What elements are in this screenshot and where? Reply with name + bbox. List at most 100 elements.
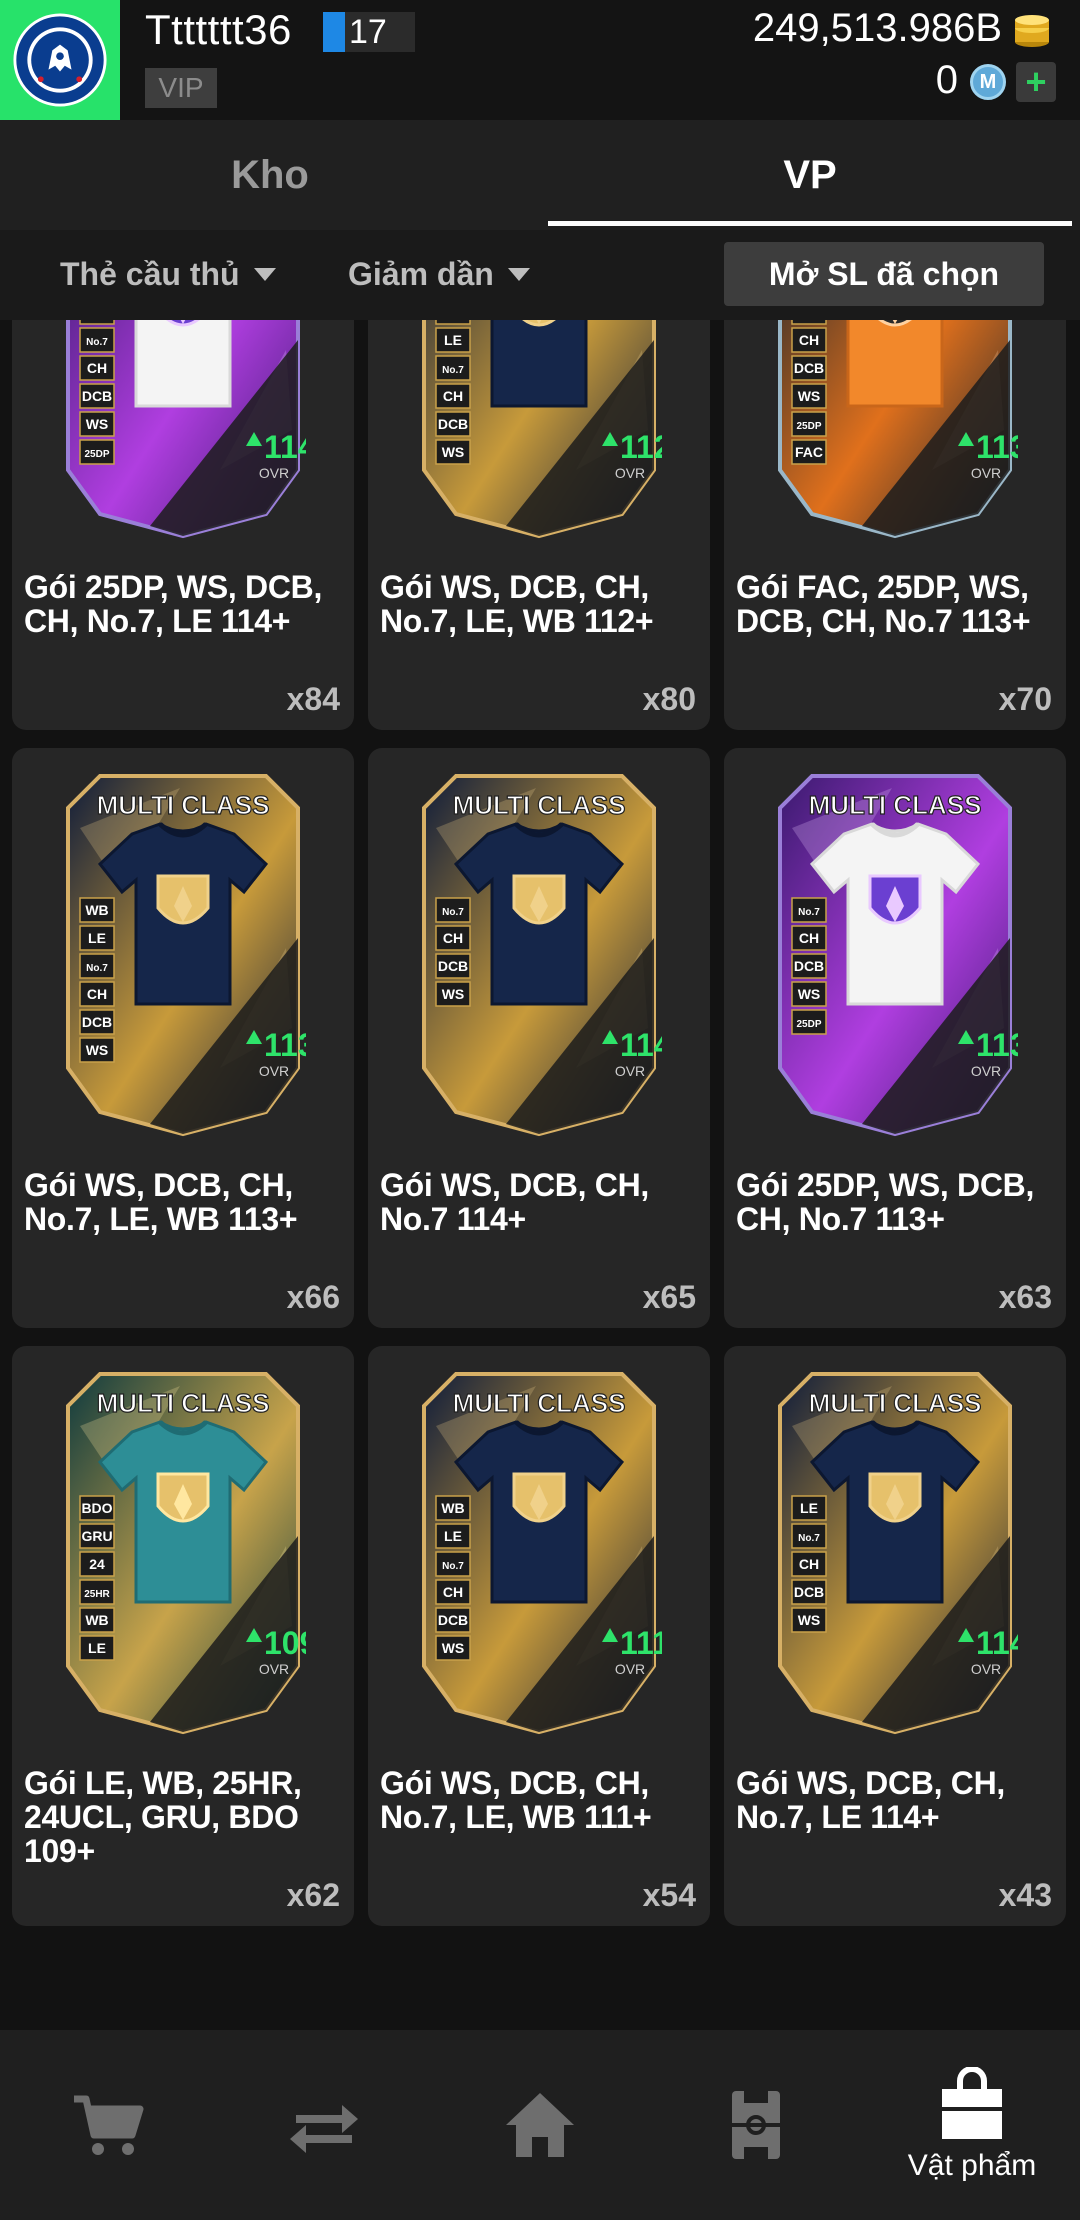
position-badge: No.7: [442, 1561, 464, 1572]
chevron-down-icon: [253, 268, 276, 281]
position-badge: DCB: [794, 360, 824, 376]
pack-item-card[interactable]: MULTI CLASSNo.7CHDCBWS25DPFAC113OVRGói F…: [724, 320, 1066, 730]
position-badge: CH: [799, 1556, 819, 1572]
nav-squad[interactable]: [648, 2030, 864, 2220]
pack-item-title: Gói WS, DCB, CH, No.7, LE, WB 111+: [380, 1765, 652, 1835]
position-badge: WS: [442, 1640, 465, 1656]
transfer-arrows-icon: [290, 2105, 358, 2153]
ovr-label: OVR: [971, 1063, 1001, 1079]
tab-bar: Kho VP: [0, 120, 1080, 230]
pack-item-card[interactable]: MULTI CLASSLENo.7CHDCBWS25DP114OVR Gói 25…: [12, 320, 354, 730]
nav-items[interactable]: Vật phẩm: [864, 2030, 1080, 2220]
position-badge: WS: [798, 986, 821, 1002]
pack-item-card[interactable]: MULTI CLASS LE No.7 CH DCB WS 114OVR Gói WS, DC…: [724, 1346, 1066, 1926]
ovr-value: 111: [620, 1625, 662, 1661]
level-progress-fill: [323, 12, 345, 52]
pack-item-card[interactable]: MULTI CLASS WB LE No.7 CH DCB WS 111 OVR Gói WS, …: [368, 1346, 710, 1926]
player-pack-card-art: MULTI CLASS WB LE No.7 CH DCB WS 111OVR: [422, 1372, 662, 1735]
position-badge: GRU: [81, 1528, 112, 1544]
pack-item-title: Gói WS, DCB, CH, No.7, LE 114+: [736, 1765, 1005, 1835]
pack-item-quantity: x62: [286, 1877, 340, 1913]
pack-item-card[interactable]: MULTI CLASSWBLENo.7CHDCBWS112OVRGói WS, …: [368, 320, 710, 730]
pack-item-title: Gói LE, WB, 25HR, 24UCL, GRU, BDO 109+: [24, 1765, 302, 1869]
nav-transfer[interactable]: [216, 2030, 432, 2220]
club-badge-icon[interactable]: [0, 0, 120, 120]
position-badge: No.7: [442, 907, 464, 918]
vip-badge[interactable]: VIP: [145, 68, 217, 108]
player-pack-card-art: MULTI CLASS No.7 CH DCB WS 25DP 113OVR: [778, 774, 1018, 1137]
shopping-bag-icon: [942, 2067, 1002, 2139]
ovr-label: OVR: [971, 465, 1001, 481]
filter-bar: Thẻ cầu thủ Giảm dần Mở SL đã chọn: [0, 230, 1080, 320]
pack-item-card[interactable]: MULTI CLASS No.7 CH DCB WS 25DP 113OVR Gói 25DP…: [724, 748, 1066, 1328]
ovr-label: OVR: [259, 465, 289, 481]
pack-item-title: Gói WS, DCB, CH, No.7, LE, WB 112+: [380, 569, 654, 639]
card-type-filter[interactable]: Thẻ cầu thủ: [60, 256, 276, 293]
item-grid[interactable]: MULTI CLASSLENo.7CHDCBWS25DP114OVR Gói 25…: [0, 320, 1080, 2030]
player-pack-card-art: MULTI CLASS WB LE No.7 CH DCB WS 113OVR: [66, 774, 306, 1137]
ovr-label: OVR: [971, 1661, 1001, 1677]
ovr-label: OVR: [615, 1661, 645, 1677]
ovr-label: OVR: [259, 1661, 289, 1677]
ovr-value: 114: [976, 1625, 1018, 1661]
pitch-formation-icon: [732, 2091, 780, 2159]
position-badge: WB: [85, 902, 108, 918]
ovr-value: 114: [620, 1027, 662, 1063]
pack-item-card[interactable]: MULTI CLASS WB LE No.7 CH DCB WS 113OVR Gói WS, …: [12, 748, 354, 1328]
card-class-label: MULTI CLASS: [97, 1388, 270, 1418]
position-badge: WS: [798, 1612, 821, 1628]
pack-item-card[interactable]: MULTI CLASS No.7 CH DCB WS 114OVR Gói WS, DCB,…: [368, 748, 710, 1328]
username: Ttttttt36: [145, 6, 292, 53]
card-class-label: MULTI CLASS: [453, 790, 626, 820]
position-badge: WS: [442, 444, 465, 460]
tab-kho[interactable]: Kho: [0, 120, 540, 230]
ovr-value: 113: [264, 1027, 306, 1063]
ovr-label: OVR: [615, 465, 645, 481]
m-coin-balance: 0: [935, 58, 958, 102]
nav-shop[interactable]: [0, 2030, 216, 2220]
pack-item-quantity: x63: [998, 1279, 1052, 1315]
position-badge: CH: [443, 388, 463, 404]
position-badge: WB: [441, 1500, 464, 1516]
add-currency-button[interactable]: +: [1016, 62, 1056, 102]
nav-home[interactable]: [432, 2030, 648, 2220]
pack-item-quantity: x66: [286, 1279, 340, 1315]
position-badge: FAC: [795, 444, 823, 460]
bottom-nav: Vật phẩm: [0, 2030, 1080, 2220]
nav-items-label: Vật phẩm: [907, 2149, 1037, 2182]
open-selected-button[interactable]: Mở SL đã chọn: [724, 242, 1044, 306]
player-pack-card-art: MULTI CLASS LE No.7 CH DCB WS 114OVR: [778, 1372, 1018, 1735]
position-badge: DCB: [438, 958, 468, 974]
tab-vp[interactable]: VP: [540, 120, 1080, 230]
sort-order-filter-label: Giảm dần: [348, 256, 494, 292]
card-class-label: MULTI CLASS: [453, 1388, 626, 1418]
position-badge: DCB: [438, 416, 468, 432]
player-pack-card-art: MULTI CLASSLENo.7CHDCBWS25DP114OVR: [66, 320, 306, 539]
position-badge: LE: [88, 1640, 106, 1656]
player-pack-card-art: MULTI CLASS No.7 CH DCB WS 114OVR: [422, 774, 662, 1137]
position-badge: LE: [444, 1528, 462, 1544]
pack-item-quantity: x54: [642, 1877, 696, 1913]
player-pack-card-art: MULTI CLASSWBLENo.7CHDCBWS112OVR: [422, 320, 662, 539]
position-badge: LE: [444, 332, 462, 348]
position-badge: WB: [85, 1612, 108, 1628]
pack-item-quantity: x70: [998, 681, 1052, 717]
player-pack-card-art: MULTI CLASSNo.7CHDCBWS25DPFAC113OVR: [778, 320, 1018, 539]
position-badge: No.7: [798, 1533, 820, 1544]
pack-item-title: Gói WS, DCB, CH, No.7 114+: [380, 1167, 649, 1237]
card-class-label: MULTI CLASS: [809, 790, 982, 820]
home-icon: [506, 2093, 574, 2157]
position-badge: DCB: [794, 1584, 824, 1600]
pack-item-title: Gói 25DP, WS, DCB, CH, No.7, LE 114+: [24, 569, 323, 639]
position-badge: WS: [86, 1042, 109, 1058]
position-badge: CH: [443, 930, 463, 946]
position-badge: CH: [799, 332, 819, 348]
sort-order-filter[interactable]: Giảm dần: [348, 256, 530, 293]
top-bar: Ttttttt36 17 VIP 249,513.986B 0 M +: [0, 0, 1080, 120]
position-badge: WS: [442, 986, 465, 1002]
card-type-filter-label: Thẻ cầu thủ: [60, 256, 240, 292]
ovr-value: 114: [264, 429, 306, 465]
pack-item-card[interactable]: MULTI CLASS BDO GRU 24 25HR WB LE 109OVR Gói LE,…: [12, 1346, 354, 1926]
card-class-label: MULTI CLASS: [809, 1388, 982, 1418]
pack-item-quantity: x65: [642, 1279, 696, 1315]
